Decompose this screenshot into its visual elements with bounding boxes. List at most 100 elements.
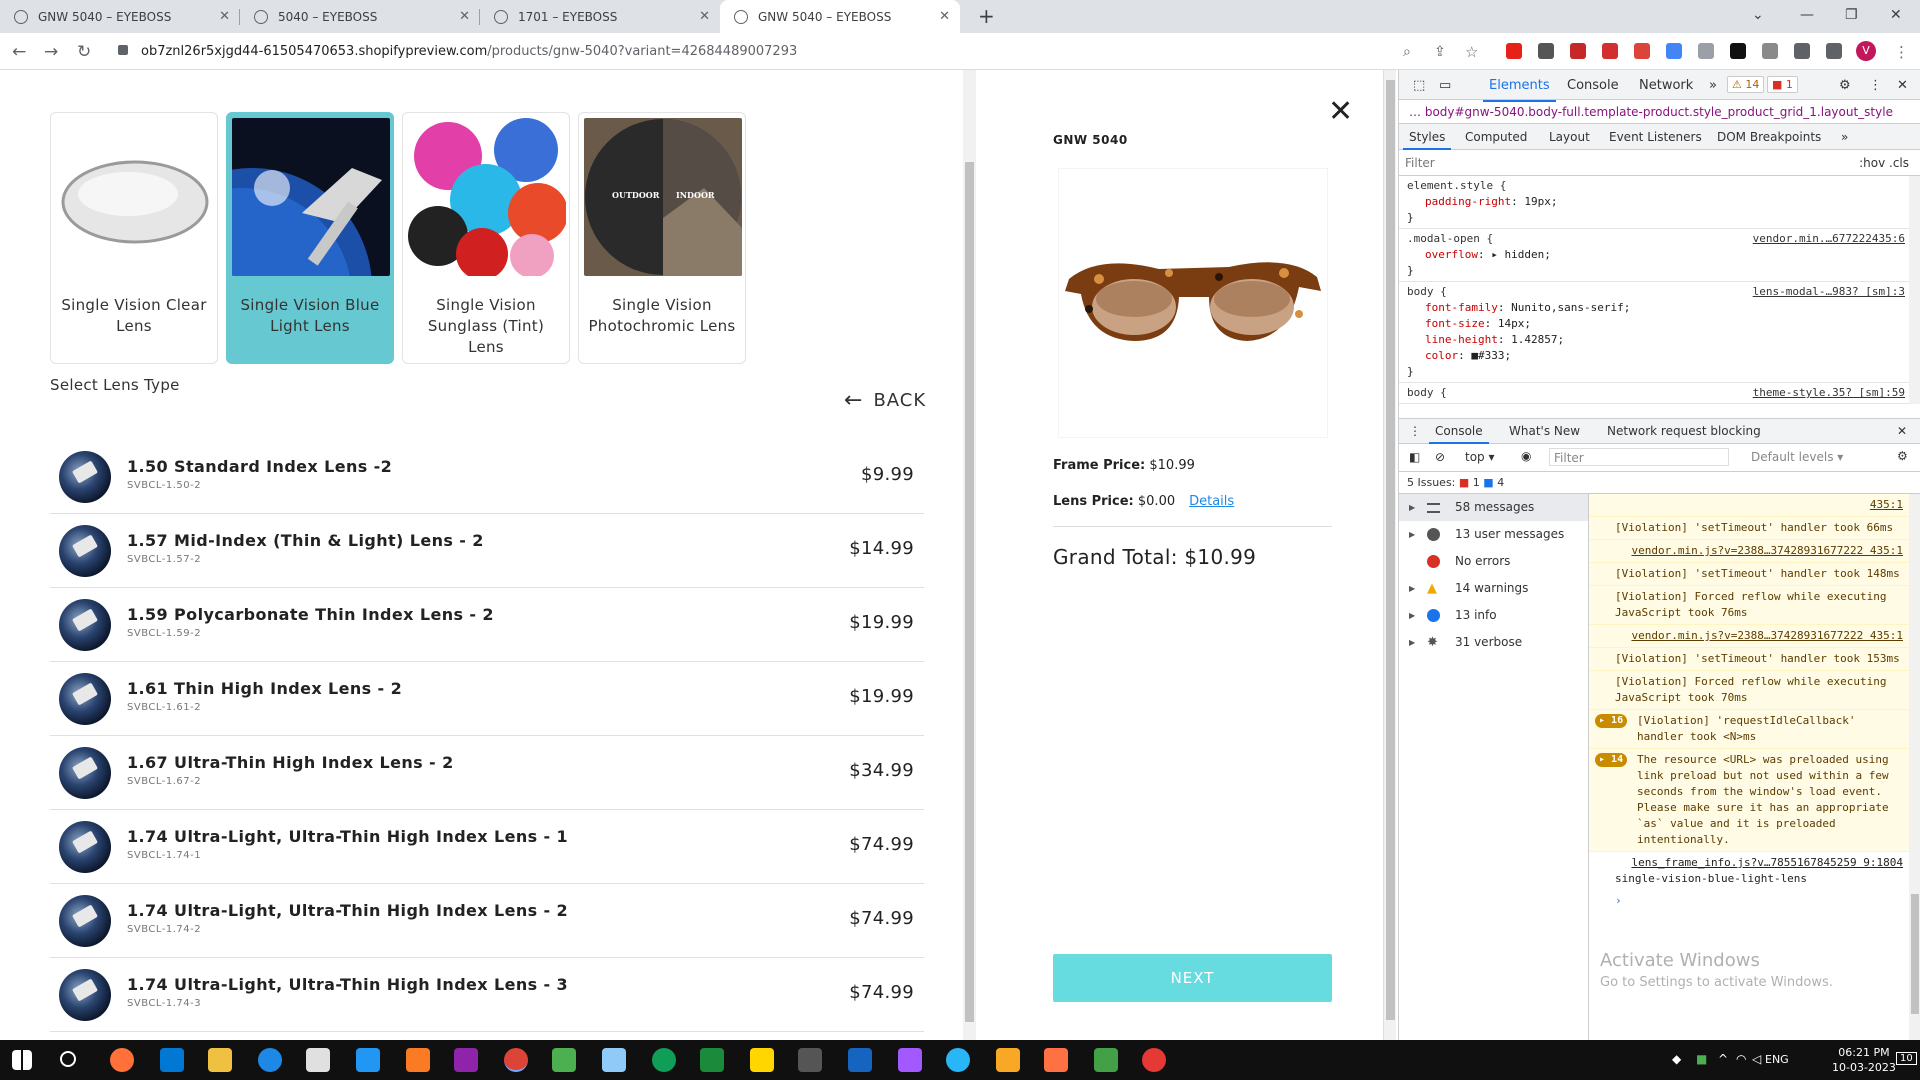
drawer-menu-icon[interactable]: ⋮ xyxy=(1409,424,1421,438)
clear-console-icon[interactable]: ⊘ xyxy=(1435,450,1445,464)
volume-icon[interactable]: ◁ xyxy=(1752,1052,1761,1066)
sublime-icon[interactable] xyxy=(996,1048,1020,1072)
close-tab-icon[interactable]: ✕ xyxy=(459,9,470,24)
tab-dom-breakpoints[interactable]: DOM Breakpoints xyxy=(1717,130,1821,144)
zoom-icon[interactable]: ⌕ xyxy=(1403,44,1411,60)
chrome-icon[interactable] xyxy=(652,1048,676,1072)
rule-source-link[interactable]: vendor.min.…677222435:6 xyxy=(1753,231,1905,247)
drawer-tab-whats-new[interactable]: What's New xyxy=(1509,424,1580,438)
tab-styles[interactable]: Styles xyxy=(1402,130,1452,150)
sticky-notes-icon[interactable] xyxy=(750,1048,774,1072)
tray-app-icon[interactable]: ■ xyxy=(1696,1052,1707,1066)
extension-icon[interactable] xyxy=(1602,43,1618,59)
sidebar-item-info[interactable]: ▶ 13 info xyxy=(1399,602,1588,629)
close-tab-icon[interactable]: ✕ xyxy=(219,9,230,24)
back-button[interactable]: ← BACK xyxy=(844,388,926,413)
lens-option[interactable]: 1.50 Standard Index Lens -2 SVBCL-1.50-2 $… xyxy=(50,440,924,514)
gmail-extension-icon[interactable] xyxy=(1634,43,1650,59)
figma-icon[interactable] xyxy=(898,1048,922,1072)
source-link[interactable]: vendor.min.js?v=2388…37428931677222 435:… xyxy=(1615,543,1903,559)
hov-cls-toggles[interactable]: :hov .cls xyxy=(1859,156,1909,170)
tab-elements[interactable]: Elements xyxy=(1483,78,1556,102)
prop-value[interactable]: ■#333; xyxy=(1471,349,1511,362)
lens-card-photochromic[interactable]: OUTDOOR INDOOR Single Vision Photochromi… xyxy=(578,112,746,364)
photos-icon[interactable] xyxy=(848,1048,872,1072)
excel-icon[interactable] xyxy=(700,1048,724,1072)
next-button[interactable]: NEXT xyxy=(1053,954,1332,1002)
browser-tab[interactable]: GNW 5040 – EYEBOSS ✕ xyxy=(0,0,240,33)
lens-panel-scrollbar[interactable] xyxy=(963,70,976,1040)
lens-option[interactable]: 1.67 Ultra-Thin High Index Lens - 2 SVBCL… xyxy=(50,736,924,810)
prop-name[interactable]: font-size xyxy=(1425,317,1485,330)
device-toggle-icon[interactable]: ▭ xyxy=(1439,78,1451,93)
lens-option[interactable]: 1.74 Ultra-Light, Ultra-Thin High Index … xyxy=(50,884,924,958)
source-link[interactable]: 435:1 xyxy=(1615,497,1903,513)
styles-filter-input[interactable]: Filter:hov .cls xyxy=(1399,150,1920,176)
rule-source-link[interactable]: lens-modal-…983? [sm]:3 xyxy=(1753,284,1905,300)
issues-bar[interactable]: 5 Issues: ■ 1 ■ 4 xyxy=(1399,472,1920,494)
puzzle-icon[interactable] xyxy=(1794,43,1810,59)
chevron-down-icon[interactable]: ⌄ xyxy=(1752,7,1764,23)
json-extension-icon[interactable] xyxy=(1538,43,1554,59)
sidebar-item-errors[interactable]: No errors xyxy=(1399,548,1588,575)
settings-gear-icon[interactable]: ⚙ xyxy=(1839,78,1851,93)
grouped-message[interactable]: ▸ 16 [Violation] 'requestIdleCallback' ha… xyxy=(1589,710,1909,749)
browser-icon[interactable] xyxy=(946,1048,970,1072)
lens-card-blue-light[interactable]: Single Vision Blue Light Lens xyxy=(226,112,394,364)
grouped-message[interactable]: ▸ 14 The resource <URL> was preloaded usi… xyxy=(1589,749,1909,852)
notifications-icon[interactable]: 10 xyxy=(1896,1052,1917,1065)
menu-kebab-icon[interactable]: ⋮ xyxy=(1894,43,1909,61)
reload-icon[interactable]: ↻ xyxy=(77,42,91,62)
lens-option[interactable]: 1.61 Thin High Index Lens - 2 SVBCL-1.61-… xyxy=(50,662,924,736)
maximize-button[interactable]: ❐ xyxy=(1845,7,1858,23)
vscode-icon[interactable] xyxy=(160,1048,184,1072)
rule-source-link[interactable]: theme-style.35? [sm]:59 xyxy=(1753,385,1905,401)
console-prompt[interactable]: › xyxy=(1589,890,1909,912)
vue-extension-icon[interactable] xyxy=(1762,43,1778,59)
more-tabs-icon[interactable]: » xyxy=(1709,78,1717,93)
more-tabs-icon[interactable]: » xyxy=(1841,130,1848,144)
warning-count-badge[interactable]: ⚠ 14 xyxy=(1727,76,1765,93)
prop-value[interactable]: 19px; xyxy=(1524,195,1557,208)
console-filter-input[interactable]: Filter xyxy=(1549,448,1729,466)
search-icon[interactable] xyxy=(60,1051,76,1067)
share-icon[interactable]: ⇪ xyxy=(1434,44,1446,60)
tray-app-icon[interactable]: ◆ xyxy=(1672,1052,1681,1066)
sidepanel-icon[interactable] xyxy=(1826,43,1842,59)
close-devtools-icon[interactable]: ✕ xyxy=(1897,78,1908,93)
inspect-icon[interactable]: ⬚ xyxy=(1413,78,1425,93)
language-indicator[interactable]: ENG xyxy=(1765,1053,1789,1066)
prop-name[interactable]: line-height xyxy=(1425,333,1498,346)
show-hidden-icons[interactable]: ^ xyxy=(1718,1052,1728,1066)
browser-tab-active[interactable]: GNW 5040 – EYEBOSS ✕ xyxy=(720,0,960,33)
avatar[interactable]: V xyxy=(1856,41,1876,61)
notepad-icon[interactable] xyxy=(552,1048,576,1072)
mail-icon[interactable] xyxy=(356,1048,380,1072)
console-scrollbar[interactable] xyxy=(1909,494,1920,1040)
tab-computed[interactable]: Computed xyxy=(1465,130,1527,144)
close-tab-icon[interactable]: ✕ xyxy=(699,9,710,24)
back-arrow-icon[interactable]: ← xyxy=(12,42,26,62)
prop-value[interactable]: Nunito,sans-serif; xyxy=(1511,301,1630,314)
tab-layout[interactable]: Layout xyxy=(1549,130,1590,144)
lens-option[interactable]: 1.59 Polycarbonate Thin Index Lens - 2 SV… xyxy=(50,588,924,662)
phpstorm-icon[interactable] xyxy=(454,1048,478,1072)
tab-event-listeners[interactable]: Event Listeners xyxy=(1609,130,1702,144)
prop-name[interactable]: color xyxy=(1425,349,1458,362)
drawer-tab-console[interactable]: Console xyxy=(1429,424,1489,444)
snipping-tool-icon[interactable] xyxy=(798,1048,822,1072)
source-link[interactable]: vendor.min.js?v=2388…37428931677222 435:… xyxy=(1615,628,1903,644)
sidebar-item-messages[interactable]: ▶ 58 messages xyxy=(1399,494,1588,521)
chrome-icon[interactable] xyxy=(504,1048,528,1072)
console-settings-icon[interactable]: ⚙ xyxy=(1897,449,1908,463)
error-count-badge[interactable]: ■ 1 xyxy=(1767,76,1798,93)
bookmark-star-icon[interactable]: ☆ xyxy=(1465,43,1478,61)
close-tab-icon[interactable]: ✕ xyxy=(939,9,950,24)
tab-console[interactable]: Console xyxy=(1567,78,1619,93)
file-explorer-icon[interactable] xyxy=(208,1048,232,1072)
dom-breadcrumb[interactable]: … body#gnw-5040.body-full.template-produ… xyxy=(1399,100,1920,124)
eye-icon[interactable]: ◉ xyxy=(1521,449,1531,463)
bold-extension-icon[interactable] xyxy=(1730,43,1746,59)
prop-value[interactable]: 1.42857; xyxy=(1511,333,1564,346)
sidebar-item-warnings[interactable]: ▶ ▲ 14 warnings xyxy=(1399,575,1588,602)
